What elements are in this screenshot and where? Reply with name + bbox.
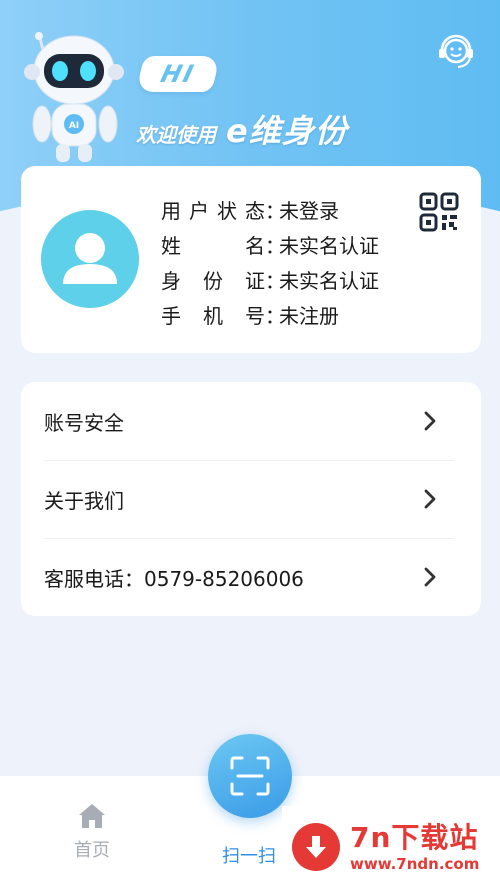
status-label: 用户状态 [161,199,265,223]
menu-item-about-us[interactable]: 关于我们 [21,460,481,538]
menu-item-label: 账号安全 [44,410,124,435]
scan-icon [230,756,270,796]
menu-item-account-security[interactable]: 账号安全 [21,382,481,460]
qr-code-icon[interactable] [419,192,459,232]
chevron-right-icon [424,489,436,509]
name-value: 未实名认证 [279,234,379,258]
phone-value: 未注册 [279,304,339,328]
menu-card: 账号安全 关于我们 客服电话：0579-85206006 [21,382,481,616]
robot-mascot: AI [24,32,124,162]
name-label: 姓名 [161,234,265,258]
watermark-title: 7n下载站 [350,821,479,854]
app-name: e维身份 [226,112,348,150]
name-colon: ： [265,234,285,258]
status-row: 用户状态 ： 未登录 [161,192,379,227]
phone-colon: ： [265,304,285,328]
id-card-colon: ： [265,269,285,293]
phone-row: 手机号 ： 未注册 [161,297,379,332]
name-row: 姓名 ： 未实名认证 [161,227,379,262]
welcome-title: 欢迎使用 e维身份 [136,108,348,152]
home-icon [79,804,105,828]
profile-card: 用户状态 ： 未登录 姓名 ： 未实名认证 身份证 ： 未实名认证 手机号 ： … [21,166,481,353]
chevron-right-icon [424,411,436,431]
status-value: 未登录 [279,199,339,223]
tab-scan-label: 扫一扫 [222,846,276,867]
avatar[interactable] [41,210,139,308]
hi-text: HI [157,60,198,88]
menu-item-label: 关于我们 [44,488,124,513]
tab-scan[interactable]: 扫一扫 [222,836,276,868]
profile-info: 用户状态 ： 未登录 姓名 ： 未实名认证 身份证 ： 未实名认证 手机号 ： … [161,192,379,332]
user-avatar-icon [63,233,117,284]
phone-label: 手机号 [161,304,265,328]
chevron-right-icon [424,567,436,587]
watermark: 7n下载站 www.7ndn.com [282,806,500,888]
menu-item-service-phone[interactable]: 客服电话：0579-85206006 [21,538,481,616]
watermark-url: www.7ndn.com [350,855,480,873]
tab-home-label: 首页 [74,840,110,861]
id-card-row: 身份证 ： 未实名认证 [161,262,379,297]
status-colon: ： [265,199,285,223]
menu-item-label: 客服电话：0579-85206006 [44,566,304,591]
hi-badge: HI [135,56,221,92]
tab-home[interactable]: 首页 [74,802,110,862]
id-card-label: 身份证 [161,269,265,293]
robot-badge-text: AI [69,121,79,131]
download-icon [292,823,340,871]
welcome-text: 欢迎使用 [136,123,216,147]
scan-button[interactable] [208,734,292,818]
id-card-value: 未实名认证 [279,269,379,293]
customer-service-icon[interactable] [436,32,476,72]
